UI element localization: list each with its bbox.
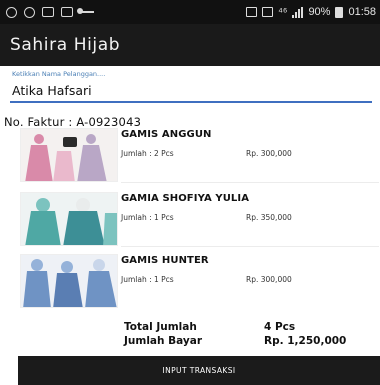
image-icon xyxy=(42,7,54,17)
item-price: Rp. 300,000 xyxy=(246,149,292,158)
item-name: GAMIS ANGGUN xyxy=(121,129,212,140)
key-icon xyxy=(77,8,94,14)
app-notification-icon xyxy=(6,6,17,18)
status-indicators: ⁴⁶ 90% 01:58 xyxy=(246,0,376,24)
list-item[interactable]: GAMIS HUNTER Jumlah : 1 Pcs Rp. 300,000 xyxy=(20,254,380,308)
signal-icon xyxy=(292,6,304,18)
product-image xyxy=(20,254,118,308)
item-price: Rp. 300,000 xyxy=(246,275,292,284)
customer-name-input[interactable] xyxy=(10,80,372,103)
list-item[interactable]: GAMIS ANGGUN Jumlah : 2 Pcs Rp. 300,000 xyxy=(20,128,380,183)
input-transaction-label: INPUT TRANSAKSI xyxy=(162,366,236,375)
app-bar: Sahira Hijab xyxy=(0,24,380,66)
item-name: GAMIS HUNTER xyxy=(121,255,209,266)
signal-box-icon xyxy=(262,7,274,17)
totals-summary: Total Jumlah 4 Pcs Jumlah Bayar Rp. 1,25… xyxy=(124,320,380,348)
clock: 01:58 xyxy=(348,6,376,18)
battery-icon xyxy=(335,6,344,18)
invoice-number: No. Faktur : A-0923043 xyxy=(4,115,142,129)
total-payment-value: Rp. 1,250,000 xyxy=(264,335,347,347)
app-notification-icon-2 xyxy=(24,6,35,18)
customer-field-hint: Ketikkan Nama Pelanggan.... xyxy=(12,70,106,78)
item-name: GAMIA SHOFIYA YULIA xyxy=(121,193,250,204)
list-item[interactable]: GAMIA SHOFIYA YULIA Jumlah : 1 Pcs Rp. 3… xyxy=(20,192,380,247)
message-icon xyxy=(61,7,73,17)
battery-percent: 90% xyxy=(308,6,331,18)
product-image xyxy=(20,128,118,182)
item-quantity: Jumlah : 2 Pcs xyxy=(121,149,174,158)
network-type: ⁴⁶ xyxy=(278,6,288,18)
divider xyxy=(121,246,379,247)
total-payment-label: Jumlah Bayar xyxy=(124,335,203,347)
divider xyxy=(121,182,379,183)
customer-field: Ketikkan Nama Pelanggan.... xyxy=(10,70,372,103)
status-bar: ⁴⁶ 90% 01:58 xyxy=(0,0,380,24)
notification-icons xyxy=(0,6,94,18)
app-title: Sahira Hijab xyxy=(10,35,121,55)
total-quantity-value: 4 Pcs xyxy=(264,321,296,333)
item-quantity: Jumlah : 1 Pcs xyxy=(121,275,174,284)
total-quantity-label: Total Jumlah xyxy=(124,321,197,333)
sim-icon xyxy=(246,7,258,17)
product-image xyxy=(20,192,118,246)
item-price: Rp. 350,000 xyxy=(246,213,292,222)
item-quantity: Jumlah : 1 Pcs xyxy=(121,213,174,222)
input-transaction-button[interactable]: INPUT TRANSAKSI xyxy=(18,356,380,385)
